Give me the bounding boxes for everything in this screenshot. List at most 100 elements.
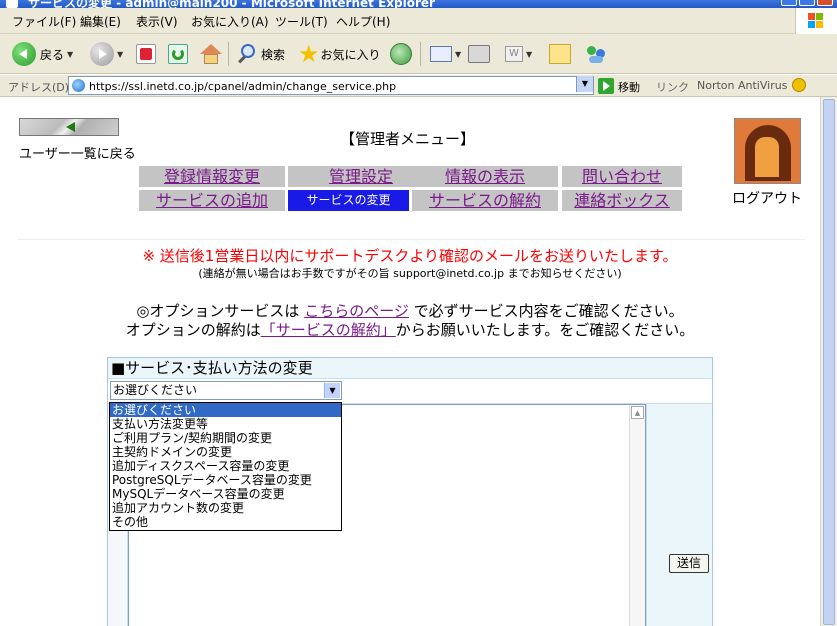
change-type-select[interactable]: お選びください ▼ bbox=[110, 381, 342, 400]
menu-bar: ファイル(F) 編集(E) 表示(V) お気に入り(A) ツール(T) ヘルプ(… bbox=[0, 8, 837, 34]
stop-icon bbox=[136, 44, 156, 64]
change-type-options[interactable]: お選びください 支払い方法変更等 ご利用プラン/契約期間の変更 主契約ドメインの… bbox=[109, 402, 342, 531]
option-item[interactable]: 支払い方法変更等 bbox=[110, 417, 341, 431]
menu-favorites[interactable]: お気に入り(A) bbox=[191, 13, 269, 30]
windows-flag-icon bbox=[808, 13, 824, 29]
option-note-text-2: で必ずサービス内容をご確認ください。 bbox=[413, 302, 684, 320]
option-cancel-text-2: からお願いいたします。をご確認ください。 bbox=[395, 321, 695, 339]
notes-icon bbox=[549, 44, 571, 64]
back-to-user-list-label[interactable]: ユーザー一覧に戻る bbox=[19, 143, 136, 162]
chevron-down-icon: ▼ bbox=[117, 49, 124, 59]
menu-edit[interactable]: 編集(E) bbox=[80, 13, 121, 30]
option-item[interactable]: 主契約ドメインの変更 bbox=[110, 445, 341, 459]
address-bar: アドレス(D) https://ssl.inetd.co.jp/cpanel/a… bbox=[0, 75, 837, 97]
maximize-button[interactable] bbox=[799, 0, 815, 6]
messenger-icon bbox=[585, 43, 607, 65]
option-note-text-1: ◎オプションサービスは bbox=[136, 302, 300, 320]
go-arrow-icon[interactable] bbox=[598, 78, 614, 94]
form-right-column bbox=[646, 404, 712, 626]
window-title-bar: サービスの変更 - admin@main200 - Microsoft Inte… bbox=[0, 0, 837, 8]
menu-file[interactable]: ファイル(F) bbox=[12, 13, 76, 30]
windows-logo bbox=[795, 8, 837, 34]
page-scrollbar[interactable] bbox=[820, 97, 837, 626]
links-button[interactable]: リンク bbox=[656, 79, 689, 95]
favorites-button[interactable]: ★ お気に入り bbox=[298, 40, 381, 68]
divider bbox=[17, 239, 805, 240]
option-service-note: ◎オプションサービスは こちらのページ で必ずサービス内容をご確認ください。 bbox=[0, 300, 820, 321]
minimize-button[interactable] bbox=[781, 0, 797, 6]
messenger-button[interactable] bbox=[585, 40, 607, 68]
menu-view[interactable]: 表示(V) bbox=[136, 13, 178, 30]
notice-support-contact: (連絡が無い場合はお手数ですがその旨 support@inetd.co.jp ま… bbox=[198, 267, 622, 280]
address-input[interactable]: https://ssl.inetd.co.jp/cpanel/admin/cha… bbox=[68, 76, 594, 95]
forward-arrow-icon bbox=[90, 42, 114, 66]
back-nav-button[interactable]: 戻る ▼ bbox=[12, 40, 73, 68]
home-button[interactable] bbox=[200, 40, 222, 68]
edit-document-icon: W bbox=[505, 46, 523, 62]
option-cancel-note: オプションの解約は「サービスの解約」からお願いいたします。をご確認ください。 bbox=[0, 319, 820, 340]
refresh-icon bbox=[168, 44, 188, 64]
back-arrow-icon bbox=[12, 42, 36, 66]
select-current-value: お選びください bbox=[113, 383, 198, 397]
select-row: お選びください ▼ bbox=[108, 379, 712, 404]
nav-cancel-service[interactable]: サービスの解約 bbox=[412, 190, 558, 211]
mail-icon bbox=[430, 46, 452, 62]
ie-icon bbox=[6, 0, 18, 8]
window-controls bbox=[781, 0, 833, 6]
address-label: アドレス(D) bbox=[8, 81, 70, 94]
menu-tools[interactable]: ツール(T) bbox=[275, 13, 328, 30]
option-item[interactable]: MySQLデータベース容量の変更 bbox=[110, 487, 341, 501]
nav-change-service[interactable]: サービスの変更 bbox=[288, 190, 409, 211]
mail-button[interactable]: ▼ bbox=[430, 40, 461, 68]
edit-button[interactable]: W ▼ bbox=[505, 40, 532, 68]
option-item[interactable]: PostgreSQLデータベース容量の変更 bbox=[110, 473, 341, 487]
norton-antivirus-button[interactable]: Norton AntiVirus bbox=[697, 79, 787, 92]
address-dropdown-button[interactable]: ▼ bbox=[576, 76, 593, 92]
window-title: サービスの変更 - admin@main200 - Microsoft Inte… bbox=[28, 0, 435, 8]
address-url: https://ssl.inetd.co.jp/cpanel/admin/cha… bbox=[89, 80, 397, 93]
option-item[interactable]: ご利用プラン/契約期間の変更 bbox=[110, 431, 341, 445]
form-header: ■サービス･支払い方法の変更 bbox=[108, 358, 712, 379]
scroll-up-icon[interactable]: ▲ bbox=[631, 406, 644, 419]
search-button[interactable]: 検索 bbox=[236, 40, 285, 68]
option-page-link[interactable]: こちらのページ bbox=[304, 302, 409, 320]
nav-add-service[interactable]: サービスの追加 bbox=[139, 190, 285, 211]
home-icon bbox=[200, 44, 222, 64]
page-favicon-icon bbox=[72, 79, 85, 92]
forward-nav-button[interactable]: ▼ bbox=[90, 40, 123, 68]
print-button[interactable] bbox=[468, 40, 490, 68]
chevron-down-icon[interactable]: ▼ bbox=[324, 383, 340, 398]
toolbar: 戻る ▼ ▼ 検索 ★ お気に入り ▼ W ▼ bbox=[0, 34, 837, 74]
back-nav-label: 戻る bbox=[40, 47, 65, 62]
cancel-service-link[interactable]: 「サービスの解約」 bbox=[261, 321, 396, 339]
chevron-down-icon: ▼ bbox=[526, 49, 533, 59]
discuss-button[interactable] bbox=[549, 40, 571, 68]
printer-icon bbox=[468, 45, 490, 63]
menu-help[interactable]: ヘルプ(H) bbox=[336, 13, 390, 30]
option-cancel-text-1: オプションの解約は bbox=[125, 321, 261, 339]
notice-confirm-mail: ※ 送信後1営業日以内にサポートデスクより確認のメールをお送りいたします。 bbox=[142, 247, 678, 265]
history-button[interactable] bbox=[390, 40, 412, 68]
back-to-user-list-button[interactable] bbox=[19, 118, 119, 136]
option-item[interactable]: その他 bbox=[110, 515, 341, 529]
nav-mailbox[interactable]: 連絡ボックス bbox=[562, 190, 682, 211]
stop-button[interactable] bbox=[136, 40, 156, 68]
close-button[interactable] bbox=[817, 0, 833, 6]
norton-icon[interactable] bbox=[792, 78, 806, 92]
nav-contact[interactable]: 問い合わせ bbox=[562, 166, 682, 187]
option-item[interactable]: 追加アカウント数の変更 bbox=[110, 501, 341, 515]
history-icon bbox=[390, 43, 412, 65]
submit-button[interactable]: 送信 bbox=[669, 554, 709, 573]
option-item[interactable]: お選びください bbox=[110, 403, 341, 417]
star-icon: ★ bbox=[298, 40, 320, 68]
scrollbar-thumb[interactable] bbox=[823, 99, 835, 625]
logout-label[interactable]: ログアウト bbox=[732, 188, 802, 208]
option-item[interactable]: 追加ディスクスペース容量の変更 bbox=[110, 459, 341, 473]
textarea-scrollbar[interactable]: ▲ bbox=[629, 405, 645, 626]
nav-register-info[interactable]: 登録情報変更 bbox=[139, 166, 285, 187]
go-button[interactable]: 移動 bbox=[618, 79, 640, 95]
refresh-button[interactable] bbox=[168, 40, 188, 68]
search-label: 検索 bbox=[261, 47, 286, 62]
nav-info-display[interactable]: 情報の表示 bbox=[412, 166, 558, 187]
logout-door-icon[interactable] bbox=[734, 118, 801, 184]
